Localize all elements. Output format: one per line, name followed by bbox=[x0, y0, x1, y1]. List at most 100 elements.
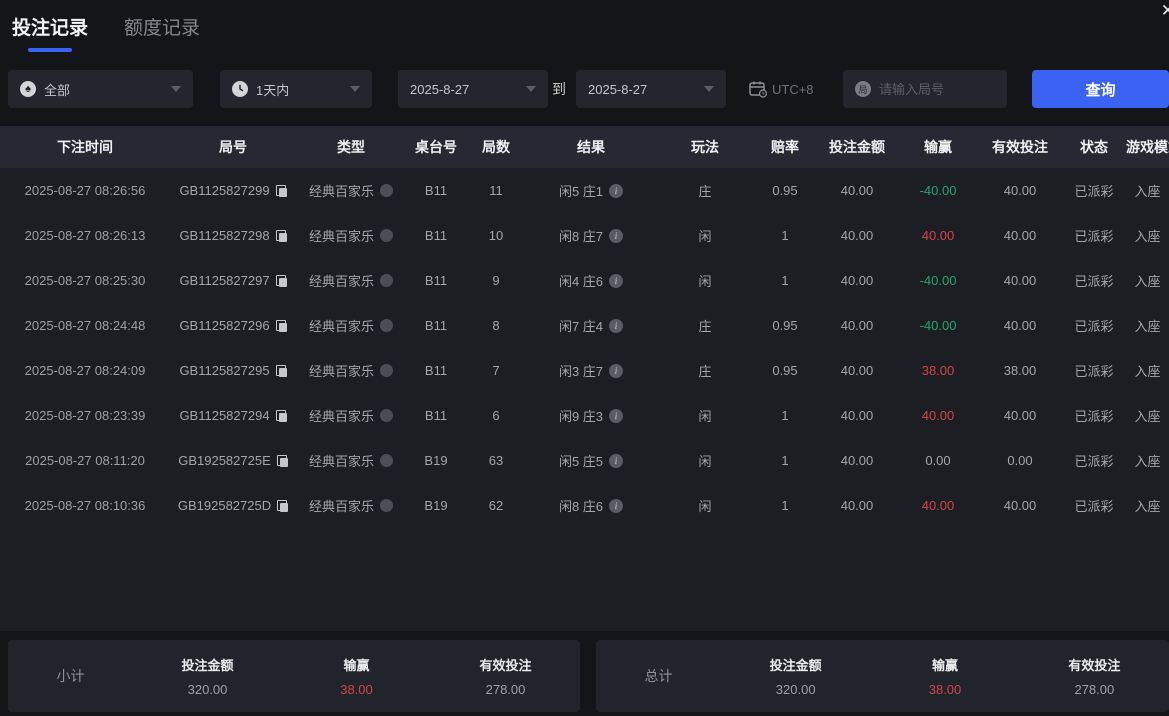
result-cell: 闲7 庄4 i bbox=[526, 316, 656, 335]
game-type-cell: 经典百家乐 bbox=[296, 271, 406, 290]
active-tab-underline bbox=[28, 48, 72, 52]
status-cell: 已派彩 bbox=[1074, 454, 1114, 469]
tab-quota-records[interactable]: 额度记录 bbox=[124, 13, 200, 52]
info-icon[interactable]: i bbox=[609, 228, 624, 243]
round-id-value: GB1125827299 bbox=[179, 183, 270, 198]
copy-icon[interactable] bbox=[275, 184, 287, 197]
result-value: 闲4 庄6 bbox=[558, 274, 604, 289]
chevron-down-icon bbox=[526, 86, 536, 92]
win-loss-cell: -40.00 bbox=[919, 183, 957, 198]
result-cell: 闲8 庄7 i bbox=[526, 226, 656, 245]
result-value: 闲9 庄3 bbox=[558, 409, 604, 424]
time-range-value: 1天内 bbox=[256, 82, 290, 98]
status-cell: 已派彩 bbox=[1074, 184, 1114, 199]
round-id-value: GB1125827294 bbox=[179, 408, 270, 423]
win-loss-cell: -40.00 bbox=[919, 273, 957, 288]
win-loss-cell: 38.00 bbox=[921, 363, 955, 378]
bet-amount-cell: 40.00 bbox=[840, 498, 874, 513]
round-id-search-field[interactable]: 局 bbox=[843, 70, 1007, 108]
info-icon[interactable]: i bbox=[609, 183, 624, 198]
copy-icon[interactable] bbox=[275, 274, 287, 287]
total-label: 总计 bbox=[644, 668, 673, 684]
bet-records-table: 下注时间 局号 类型 桌台号 局数 结果 玩法 赔率 投注金额 输赢 有效投注 … bbox=[0, 126, 1169, 631]
result-value: 闲5 庄5 bbox=[558, 454, 604, 469]
round-no-cell: 62 bbox=[488, 498, 504, 513]
bet-time-cell: 2025-08-27 08:23:39 bbox=[24, 408, 146, 423]
odds-cell: 0.95 bbox=[772, 318, 798, 333]
info-icon[interactable]: i bbox=[609, 408, 624, 423]
close-icon[interactable]: ✕ bbox=[1161, 2, 1169, 19]
game-mode-cell: 入座 bbox=[1134, 229, 1161, 244]
table-row: 2025-08-27 08:25:30 GB1125827297 经典百家乐 B… bbox=[0, 258, 1169, 303]
round-no-cell: 8 bbox=[492, 318, 500, 333]
copy-icon[interactable] bbox=[275, 319, 287, 332]
date-to-value: 2025-8-27 bbox=[588, 81, 648, 97]
copy-icon[interactable] bbox=[276, 454, 288, 467]
game-type-cell: 经典百家乐 bbox=[296, 451, 406, 470]
valid-bet-cell: 40.00 bbox=[1003, 408, 1037, 423]
round-no-cell: 11 bbox=[489, 183, 503, 198]
game-type-value: 经典百家乐 bbox=[308, 229, 374, 244]
col-result: 结果 bbox=[577, 139, 605, 155]
copy-icon[interactable] bbox=[277, 499, 289, 512]
valid-bet-cell: 40.00 bbox=[1003, 228, 1037, 243]
game-mode-cell: 入座 bbox=[1134, 274, 1161, 289]
game-mode-cell: 入座 bbox=[1134, 184, 1161, 199]
bet-time-cell: 2025-08-27 08:24:09 bbox=[24, 363, 146, 378]
subtotal-bet-amount: 投注金额 320.00 bbox=[181, 658, 234, 697]
odds-cell: 1 bbox=[781, 498, 789, 513]
game-type-cell: 经典百家乐 bbox=[296, 406, 406, 425]
game-type-select[interactable]: ♠ 全部 bbox=[8, 70, 193, 108]
table-no-cell: B11 bbox=[424, 318, 448, 333]
valid-bet-cell: 40.00 bbox=[1003, 273, 1037, 288]
game-mode-cell: 入座 bbox=[1134, 409, 1161, 424]
time-range-select[interactable]: 1天内 bbox=[220, 70, 372, 108]
game-badge-icon bbox=[380, 454, 393, 467]
col-bet-time: 下注时间 bbox=[57, 139, 113, 155]
tab-bet-records[interactable]: 投注记录 bbox=[12, 13, 88, 52]
table-row: 2025-08-27 08:24:48 GB1125827296 经典百家乐 B… bbox=[0, 303, 1169, 348]
round-badge-icon: 局 bbox=[855, 81, 871, 97]
info-icon[interactable]: i bbox=[609, 498, 624, 513]
date-to-picker[interactable]: 2025-8-27 bbox=[576, 70, 726, 108]
table-no-cell: B11 bbox=[424, 183, 448, 198]
copy-icon[interactable] bbox=[275, 409, 287, 422]
chevron-down-icon bbox=[171, 86, 181, 92]
search-button[interactable]: 查询 bbox=[1032, 70, 1169, 108]
info-icon[interactable]: i bbox=[609, 363, 624, 378]
win-loss-cell: 0.00 bbox=[925, 453, 951, 468]
odds-cell: 1 bbox=[781, 453, 789, 468]
game-type-value: 经典百家乐 bbox=[308, 409, 374, 424]
col-bet-amount: 投注金额 bbox=[829, 139, 885, 155]
play-cell: 闲 bbox=[698, 409, 712, 424]
result-value: 闲5 庄1 bbox=[558, 184, 604, 199]
round-id-cell: GB1125827296 bbox=[170, 318, 296, 333]
copy-icon[interactable] bbox=[275, 364, 287, 377]
round-id-value: GB1125827298 bbox=[179, 228, 270, 243]
round-id-cell: GB1125827295 bbox=[170, 363, 296, 378]
round-id-input[interactable] bbox=[879, 81, 995, 97]
copy-icon[interactable] bbox=[275, 229, 287, 242]
total-valid-bet: 有效投注 278.00 bbox=[1068, 658, 1121, 697]
info-icon[interactable]: i bbox=[609, 453, 624, 468]
result-cell: 闲4 庄6 i bbox=[526, 271, 656, 290]
result-cell: 闲3 庄7 i bbox=[526, 361, 656, 380]
game-type-value: 经典百家乐 bbox=[308, 499, 374, 514]
win-loss-cell: 40.00 bbox=[921, 498, 955, 513]
round-id-value: GB1125827296 bbox=[179, 318, 270, 333]
game-type-cell: 经典百家乐 bbox=[296, 316, 406, 335]
status-cell: 已派彩 bbox=[1074, 229, 1114, 244]
game-type-cell: 经典百家乐 bbox=[296, 496, 406, 515]
play-cell: 闲 bbox=[698, 454, 712, 469]
info-icon[interactable]: i bbox=[609, 318, 624, 333]
result-cell: 闲5 庄5 i bbox=[526, 451, 656, 470]
game-badge-icon bbox=[380, 409, 393, 422]
game-type-value: 经典百家乐 bbox=[308, 319, 374, 334]
subtotal-label: 小计 bbox=[56, 668, 85, 684]
game-type-value: 全部 bbox=[44, 82, 71, 98]
top-tabs: 投注记录 额度记录 bbox=[12, 13, 200, 52]
calendar-clock-icon bbox=[748, 80, 768, 98]
date-from-picker[interactable]: 2025-8-27 bbox=[398, 70, 548, 108]
info-icon[interactable]: i bbox=[609, 273, 624, 288]
bet-time-cell: 2025-08-27 08:11:20 bbox=[25, 453, 145, 468]
